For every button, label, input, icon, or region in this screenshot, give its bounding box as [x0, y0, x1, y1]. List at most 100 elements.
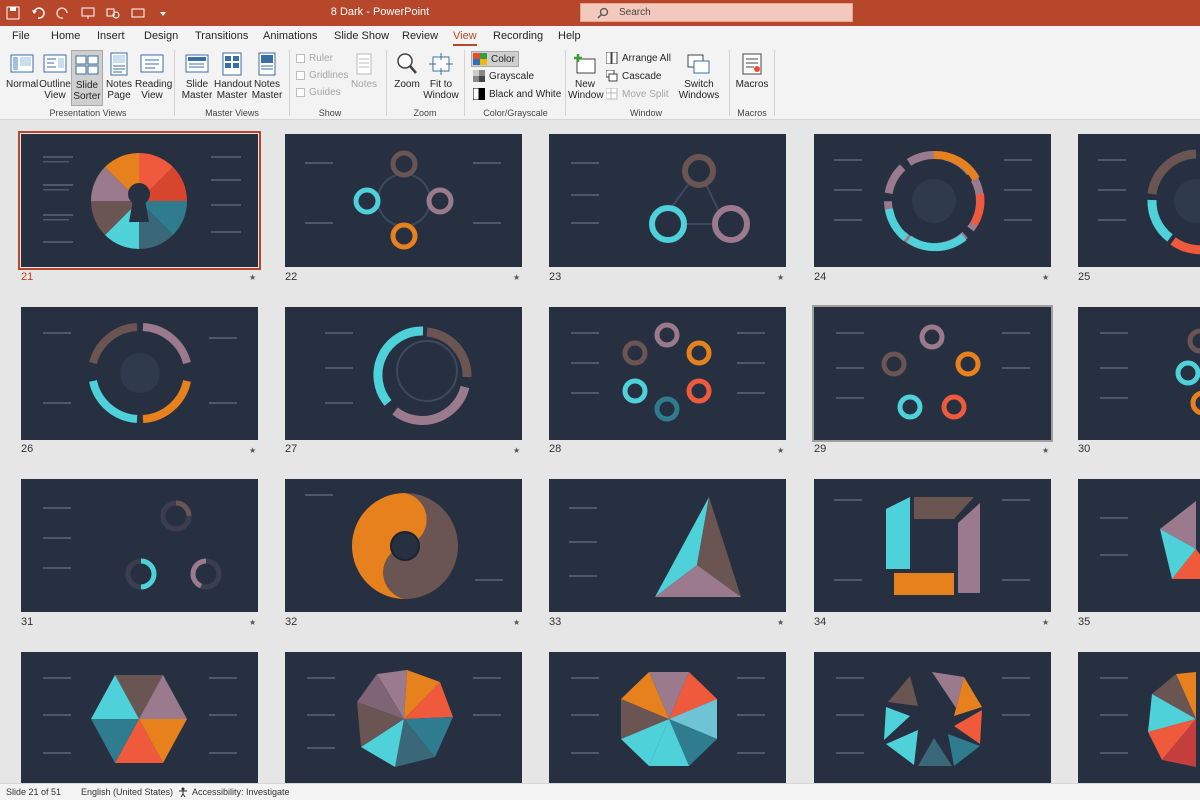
- tab-insert[interactable]: Insert: [97, 30, 125, 42]
- slide-thumbnail-29[interactable]: [812, 305, 1053, 442]
- slide-number: 28: [549, 443, 562, 455]
- tab-design[interactable]: Design: [144, 30, 178, 42]
- accessibility-checker[interactable]: Accessibility: Investigate: [178, 787, 290, 797]
- title-bar: 8 Dark - PowerPoint Search: [0, 0, 1200, 26]
- outline-view-label: Outline View: [39, 79, 71, 101]
- zoom-button[interactable]: Zoom: [391, 52, 423, 90]
- outline-view-icon: [43, 54, 67, 73]
- tab-review[interactable]: Review: [402, 30, 438, 42]
- slide-thumbnail-35[interactable]: [1078, 479, 1200, 612]
- separator: [565, 50, 566, 116]
- slide-sorter-button[interactable]: Slide Sorter: [71, 50, 103, 106]
- separator: [729, 50, 730, 116]
- new-window-label: New Window: [568, 79, 604, 101]
- slide-thumbnail-38[interactable]: [549, 652, 786, 783]
- language-indicator[interactable]: English (United States): [81, 787, 173, 797]
- slide-thumbnail-37[interactable]: [285, 652, 522, 783]
- tab-animations[interactable]: Animations: [263, 30, 317, 42]
- slide-thumbnail-21[interactable]: [18, 131, 261, 270]
- slide-thumbnail-23[interactable]: [549, 134, 786, 267]
- slide-thumbnail-27[interactable]: [285, 307, 522, 440]
- arrange-all-button[interactable]: Arrange All: [606, 52, 671, 64]
- notes-page-button[interactable]: Notes Page: [104, 52, 134, 101]
- gridlines-checkbox[interactable]: Gridlines: [296, 70, 348, 81]
- separator: [386, 50, 387, 116]
- slide-sorter-icon: [75, 55, 99, 75]
- macros-button[interactable]: Macros: [733, 52, 771, 90]
- slide-thumbnail-30[interactable]: [1078, 307, 1200, 440]
- fit-to-window-button[interactable]: Fit to Window: [423, 52, 459, 101]
- outline-view-button[interactable]: Outline View: [39, 52, 71, 101]
- tab-help[interactable]: Help: [558, 30, 581, 42]
- tab-view[interactable]: View: [453, 30, 477, 46]
- normal-view-label: Normal: [6, 79, 39, 90]
- master-views-group-label: Master Views: [205, 108, 259, 118]
- notes-master-icon: [258, 52, 276, 76]
- notes-master-button[interactable]: Notes Master: [251, 52, 283, 101]
- accessibility-icon: [179, 787, 187, 797]
- star-icon: ★: [1042, 273, 1050, 282]
- notes-button[interactable]: Notes: [348, 52, 380, 90]
- search-box[interactable]: Search: [580, 3, 853, 22]
- normal-view-button[interactable]: Normal: [6, 52, 38, 90]
- slide-number: 27: [285, 443, 298, 455]
- move-split-icon: [606, 88, 618, 100]
- macros-icon: [742, 53, 762, 75]
- notes-label: Notes: [350, 79, 378, 90]
- guides-checkbox[interactable]: Guides: [296, 87, 341, 98]
- move-split-button[interactable]: Move Split: [606, 88, 669, 100]
- reading-view-button[interactable]: Reading View: [135, 52, 172, 101]
- slide-number: 30: [1078, 443, 1091, 455]
- grayscale-button[interactable]: Grayscale: [473, 70, 534, 82]
- tab-file[interactable]: File: [12, 30, 30, 42]
- star-icon: ★: [513, 446, 521, 455]
- slide-thumbnail-28[interactable]: [549, 307, 786, 440]
- color-label: Color: [491, 53, 515, 65]
- star-icon: ★: [249, 273, 257, 282]
- slide-thumbnail-33[interactable]: [549, 479, 786, 612]
- slide-thumbnail-31[interactable]: [21, 479, 258, 612]
- separator: [464, 50, 465, 116]
- separator: [289, 50, 290, 116]
- slide-thumbnail-34[interactable]: [814, 479, 1051, 612]
- search-icon: [597, 7, 609, 19]
- slide-sorter-area: 21 ★ 22 ★ 23 ★ 24 ★ 25 26 ★ 27 ★ 28 ★ 29…: [0, 121, 1200, 783]
- black-and-white-button[interactable]: Black and White: [473, 88, 561, 100]
- slide-number: 29: [814, 443, 827, 455]
- slide-number: 21: [21, 271, 34, 283]
- arrange-all-icon: [606, 52, 618, 64]
- slide-thumbnail-22[interactable]: [285, 134, 522, 267]
- star-icon: ★: [513, 618, 521, 627]
- grayscale-label: Grayscale: [489, 70, 535, 82]
- grayscale-icon: [473, 70, 485, 82]
- slide-thumbnail-25[interactable]: [1078, 134, 1200, 267]
- tab-transitions[interactable]: Transitions: [195, 30, 248, 42]
- ruler-checkbox[interactable]: Ruler: [296, 53, 333, 64]
- color-grayscale-group-label: Color/Grayscale: [483, 108, 548, 118]
- color-button[interactable]: Color: [471, 51, 519, 67]
- slide-thumbnail-39[interactable]: [814, 652, 1051, 783]
- slide-master-label: Slide Master: [181, 79, 213, 101]
- new-window-button[interactable]: New Window: [568, 52, 604, 101]
- slide-thumbnail-26[interactable]: [21, 307, 258, 440]
- slide-master-button[interactable]: Slide Master: [180, 52, 214, 101]
- tab-home[interactable]: Home: [51, 30, 80, 42]
- switch-windows-button[interactable]: Switch Windows: [676, 52, 722, 101]
- zoom-group-label: Zoom: [413, 108, 437, 118]
- arrange-all-label: Arrange All: [622, 52, 671, 64]
- slide-thumbnail-24[interactable]: [814, 134, 1051, 267]
- slide-master-icon: [185, 54, 209, 73]
- slide-thumbnail-32[interactable]: [285, 479, 522, 612]
- cascade-button[interactable]: Cascade: [606, 70, 661, 82]
- normal-view-icon: [10, 54, 34, 73]
- handout-master-label: Handout Master: [214, 79, 252, 101]
- tab-recording[interactable]: Recording: [493, 30, 543, 42]
- slide-thumbnail-40[interactable]: [1078, 652, 1200, 783]
- slide-thumbnail-36[interactable]: [21, 652, 258, 783]
- handout-master-button[interactable]: Handout Master: [214, 52, 252, 101]
- slide-number: 32: [285, 616, 298, 628]
- slide-number: 24: [814, 271, 827, 283]
- tab-slide-show[interactable]: Slide Show: [334, 30, 389, 42]
- notes-master-label: Notes Master: [251, 79, 283, 101]
- slide-number: 31: [21, 616, 34, 628]
